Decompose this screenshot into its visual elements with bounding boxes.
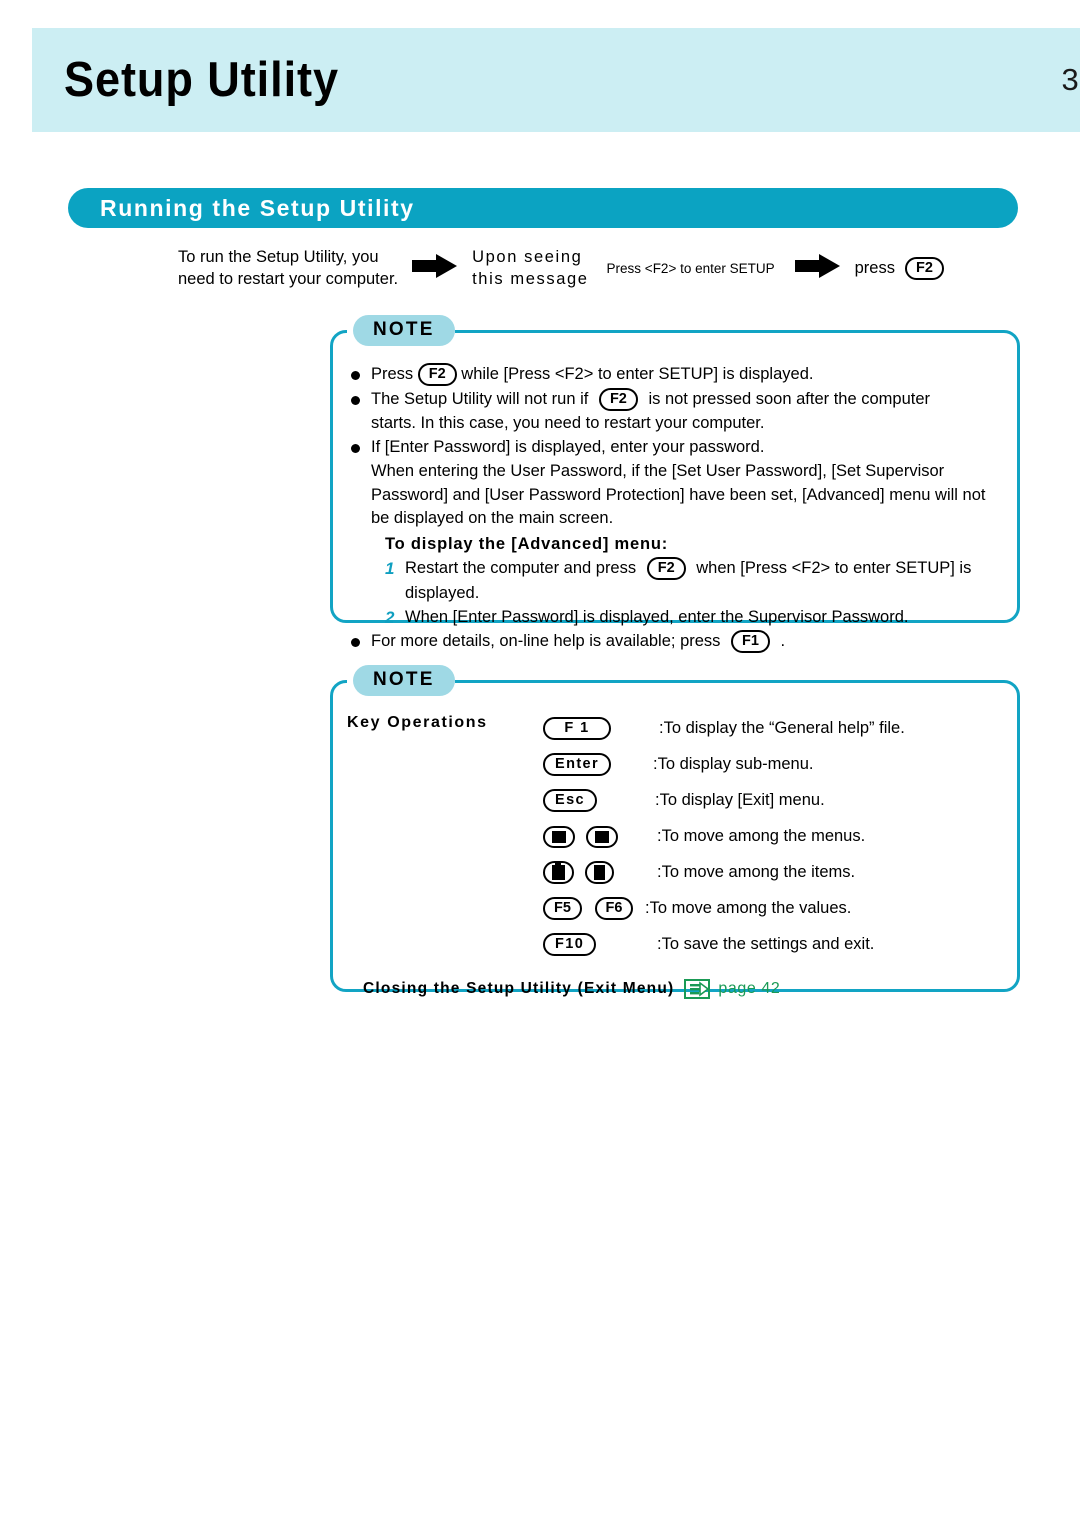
see-page-hand-icon bbox=[684, 978, 711, 999]
note-box-1: NOTE Press F2 while [Press <F2> to enter… bbox=[330, 315, 1020, 653]
key-operations-row: :To move among the menus. bbox=[543, 819, 905, 855]
keycap-f10[interactable]: F10 bbox=[543, 933, 597, 957]
bullet-dot-icon bbox=[351, 637, 360, 647]
key-cell: Esc bbox=[543, 783, 643, 819]
page-header-band: Setup Utility 37 bbox=[32, 28, 1080, 132]
key-description: :To move among the values. bbox=[645, 899, 852, 918]
keycap-f6[interactable]: F6 bbox=[594, 897, 634, 921]
keycap-esc[interactable]: Esc bbox=[543, 789, 597, 813]
note1-bullet-2-pre: The Setup Utility will not run if bbox=[371, 389, 589, 408]
closing-reference[interactable]: Closing the Setup Utility (Exit Menu) pa… bbox=[349, 977, 1003, 1001]
intro-press-label: press bbox=[854, 258, 895, 277]
page-title: Setup Utility bbox=[64, 52, 339, 107]
note1-bullet-1: Press F2 while [Press <F2> to enter SETU… bbox=[349, 363, 1003, 387]
key-description: :To display [Exit] menu. bbox=[655, 791, 825, 810]
section-heading-label: Running the Setup Utility bbox=[100, 194, 415, 221]
key-operations-row: :To move among the items. bbox=[543, 855, 905, 891]
left-arrow-key-icon[interactable] bbox=[543, 825, 575, 848]
note1-bullet-3-pre: If [Enter Password] is displayed, enter … bbox=[371, 437, 765, 456]
intro-flow: To run the Setup Utility, you need to re… bbox=[178, 246, 1058, 290]
page-reference-link[interactable]: page 42 bbox=[718, 977, 780, 1001]
closing-reference-text: Closing the Setup Utility (Exit Menu) bbox=[363, 980, 675, 997]
key-cell: F5 F6 bbox=[543, 891, 643, 927]
bullet-dot-icon bbox=[351, 395, 360, 405]
key-description: :To move among the menus. bbox=[657, 827, 866, 846]
key-operations-row: F5 F6 :To move among the values. bbox=[543, 891, 905, 927]
left-arrow-glyph bbox=[552, 830, 566, 843]
intro-step-1-line-2: need to restart your computer. bbox=[178, 270, 399, 288]
intro-step-2: Upon seeing this message bbox=[472, 246, 588, 290]
intro-step-1: To run the Setup Utility, you need to re… bbox=[178, 246, 398, 290]
section-heading-bar: Running the Setup Utility bbox=[68, 188, 1018, 228]
page-number: 37 bbox=[1061, 62, 1080, 97]
key-cell: Enter bbox=[543, 747, 643, 783]
note1-bullet-2-continuation: starts. In this case, you need to restar… bbox=[371, 414, 765, 432]
note1-step-1: 1 Restart the computer and press F2 when… bbox=[349, 557, 1003, 581]
note1-bullet-4-post: . bbox=[780, 631, 786, 650]
note1-paragraph: When entering the User Password, if the … bbox=[371, 462, 986, 527]
key-cell: F10 bbox=[543, 927, 643, 963]
note-box-2: NOTE Key Operations F 1 :To display the … bbox=[330, 665, 1020, 999]
key-operations-row: Enter :To display sub-menu. bbox=[543, 747, 905, 783]
key-cell bbox=[543, 819, 643, 855]
key-operations-table: F 1 :To display the “General help” file.… bbox=[543, 711, 905, 963]
keycap-f1[interactable]: F 1 bbox=[543, 717, 611, 741]
note1-sub-heading: To display the [Advanced] menu: bbox=[385, 534, 669, 553]
keycap-f1-note1[interactable]: F1 bbox=[731, 629, 770, 653]
note1-step-2: 2 When [Enter Password] is displayed, en… bbox=[349, 606, 1003, 630]
note1-bullet-1-post: while [Press <F2> to enter SETUP] is dis… bbox=[461, 365, 814, 383]
down-arrow-glyph bbox=[593, 865, 605, 881]
note1-bullet-2-post: is not pressed soon after the computer bbox=[648, 389, 931, 408]
right-arrow-key-icon[interactable] bbox=[585, 825, 618, 848]
key-operations-label: Key Operations bbox=[347, 714, 488, 731]
note1-step-1-pre: Restart the computer and press bbox=[405, 559, 637, 577]
keycap-f2-intro[interactable]: F2 bbox=[904, 256, 944, 280]
up-arrow-glyph bbox=[552, 862, 565, 881]
note1-bullet-4-pre: For more details, on-line help is availa… bbox=[371, 631, 721, 650]
right-arrow-icon-2 bbox=[794, 253, 841, 284]
down-arrow-key-icon[interactable] bbox=[584, 861, 614, 885]
up-arrow-key-icon[interactable] bbox=[543, 861, 574, 885]
key-description: :To display sub-menu. bbox=[653, 755, 814, 774]
keycap-f2-note1-b2[interactable]: F2 bbox=[598, 387, 638, 411]
note1-step-1-continuation: displayed. bbox=[405, 583, 480, 602]
key-description: :To save the settings and exit. bbox=[657, 935, 875, 954]
note-label-1: NOTE bbox=[353, 315, 455, 346]
note1-bullet-3: If [Enter Password] is displayed, enter … bbox=[349, 436, 1003, 460]
keycap-f5[interactable]: F5 bbox=[543, 897, 582, 921]
note1-bullet-2: The Setup Utility will not run if F2 is … bbox=[349, 387, 1003, 412]
note1-bullet-4: For more details, on-line help is availa… bbox=[349, 629, 1003, 654]
bullet-dot-icon bbox=[351, 443, 360, 453]
note1-step-2-pre: When [Enter Password] is displayed, ente… bbox=[405, 608, 909, 626]
note-box-1-body: Press F2 while [Press <F2> to enter SETU… bbox=[333, 333, 1017, 668]
note1-step-1-number: 1 bbox=[385, 559, 395, 578]
note1-step-2-number: 2 bbox=[385, 608, 395, 627]
key-description: :To display the “General help” file. bbox=[659, 719, 905, 738]
intro-step-1-line-1: To run the Setup Utility, you bbox=[178, 248, 379, 266]
boot-screen-message: Press <F2> to enter SETUP bbox=[606, 260, 775, 276]
keycap-enter[interactable]: Enter bbox=[543, 753, 612, 777]
bullet-dot-icon bbox=[351, 371, 360, 380]
intro-step-2-line-1: Upon seeing bbox=[472, 248, 583, 266]
note1-step-1-post: when [Press <F2> to enter SETUP] is bbox=[696, 559, 972, 577]
key-operations-row: Esc :To display [Exit] menu. bbox=[543, 783, 905, 819]
keycap-f2-note1-b1[interactable]: F2 bbox=[417, 363, 457, 387]
right-arrow-glyph bbox=[594, 830, 609, 843]
note-box-2-body: Key Operations F 1 :To display the “Gene… bbox=[333, 683, 1017, 1015]
key-operations-row: F 1 :To display the “General help” file. bbox=[543, 711, 905, 747]
intro-step-2-line-2: this message bbox=[472, 270, 589, 288]
note1-bullet-1-pre: Press bbox=[371, 365, 414, 383]
key-description: :To move among the items. bbox=[657, 863, 856, 882]
key-operations-row: F10 :To save the settings and exit. bbox=[543, 927, 905, 963]
keycap-f2-note1-s1[interactable]: F2 bbox=[646, 557, 686, 581]
key-cell bbox=[543, 855, 643, 891]
right-arrow-icon bbox=[412, 253, 458, 284]
key-cell: F 1 bbox=[543, 711, 643, 747]
